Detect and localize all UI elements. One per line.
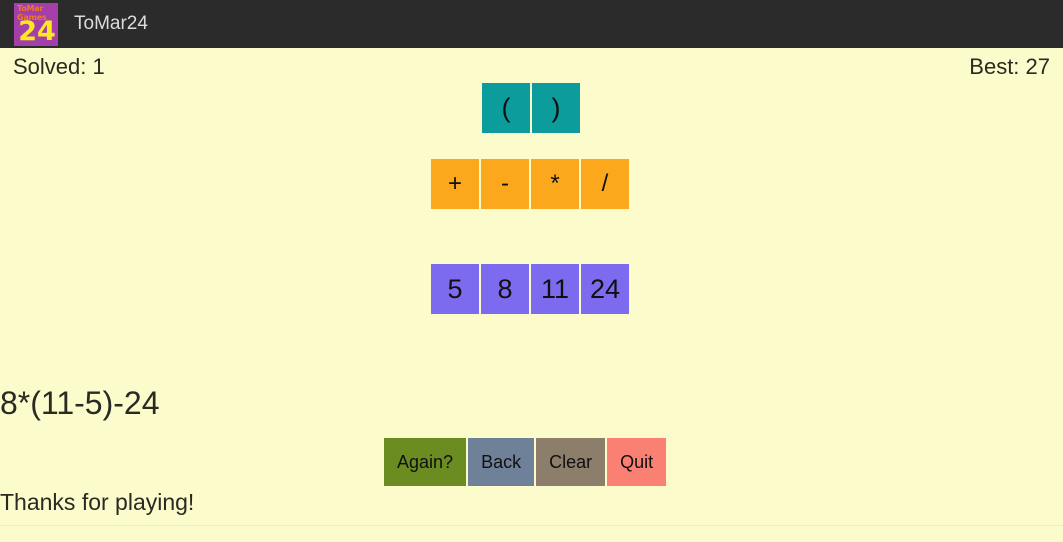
app-title: ToMar24 — [74, 13, 148, 34]
close-paren-button[interactable]: ) — [532, 83, 580, 133]
action-button-row: Again? Back Clear Quit — [384, 438, 667, 486]
footer-message: Thanks for playing! — [0, 489, 195, 515]
number-button-24[interactable]: 24 — [581, 264, 629, 314]
operator-plus-button[interactable]: + — [431, 159, 479, 209]
parenthesis-button-row: ( ) — [482, 83, 580, 133]
operator-minus-button[interactable]: - — [481, 159, 529, 209]
best-score-label: Best: 27 — [969, 54, 1050, 79]
tomar-games-24-icon: ToMar Games 24 — [14, 2, 58, 46]
open-paren-button[interactable]: ( — [482, 83, 530, 133]
status-bar: Solved: 1 Best: 27 — [0, 48, 1063, 88]
quit-button[interactable]: Quit — [607, 438, 667, 486]
icon-number-label: 24 — [18, 15, 56, 46]
app-root: ToMar Games 24 ToMar24 Solved: 1 Best: 2… — [0, 0, 1063, 542]
icon-brand-line-1: ToMar — [17, 3, 44, 13]
title-bar: ToMar Games 24 ToMar24 — [0, 0, 1063, 48]
again-button[interactable]: Again? — [384, 438, 467, 486]
solved-count-label: Solved: 1 — [13, 54, 105, 79]
number-button-8[interactable]: 8 — [481, 264, 529, 314]
number-button-11[interactable]: 11 — [531, 264, 579, 314]
operator-button-row: + - * / — [431, 159, 629, 209]
expression-display: 8*(11-5)-24 — [0, 385, 160, 421]
clear-button[interactable]: Clear — [536, 438, 606, 486]
back-button[interactable]: Back — [468, 438, 535, 486]
bottom-divider — [0, 525, 1063, 526]
number-button-5[interactable]: 5 — [431, 264, 479, 314]
number-button-row: 5 8 11 24 — [431, 264, 629, 314]
operator-divide-button[interactable]: / — [581, 159, 629, 209]
operator-multiply-button[interactable]: * — [531, 159, 579, 209]
